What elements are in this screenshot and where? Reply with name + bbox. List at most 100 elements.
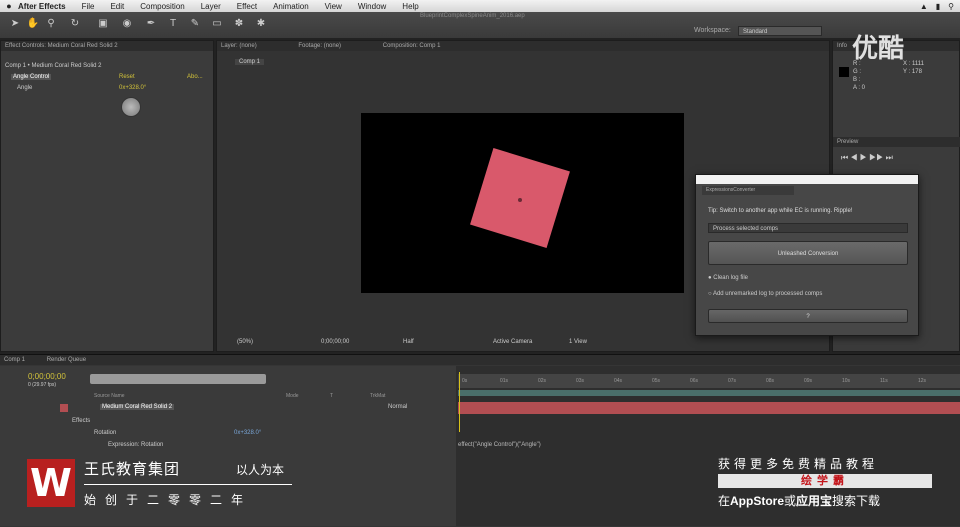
menu-file[interactable]: File bbox=[82, 2, 95, 11]
puppet-tool-icon[interactable]: ✱ bbox=[254, 17, 268, 31]
ruler-tick: 05s bbox=[652, 378, 661, 384]
info-b: B : bbox=[853, 77, 861, 83]
wifi-icon[interactable]: ▲ bbox=[920, 2, 928, 11]
search-icon[interactable]: ⚲ bbox=[948, 2, 954, 11]
menu-animation[interactable]: Animation bbox=[273, 2, 309, 11]
expression-label: Expression: Rotation bbox=[108, 442, 164, 448]
ruler-tick: 06s bbox=[690, 378, 699, 384]
promo-or: 或 bbox=[784, 494, 797, 508]
magnification-select[interactable]: (50%) bbox=[237, 339, 253, 345]
eraser-tool-icon[interactable]: ▭ bbox=[210, 17, 224, 31]
ruler-tick: 10s bbox=[842, 378, 851, 384]
rotate-tool-icon[interactable]: ↻ bbox=[68, 17, 82, 31]
unleashed-conversion-button[interactable]: Unleashed Conversion bbox=[708, 241, 908, 265]
promo-app: 应用宝 bbox=[796, 494, 833, 508]
work-area-bar[interactable] bbox=[458, 390, 960, 396]
menu-after-effects[interactable]: After Effects bbox=[18, 2, 66, 11]
dialog-title-strip bbox=[696, 175, 918, 184]
brand-slogan: 以人为本 bbox=[236, 463, 285, 477]
tab-layer[interactable]: Layer: (none) bbox=[221, 43, 257, 49]
promo-appstore: AppStore bbox=[730, 494, 785, 508]
zoom-tool-icon[interactable]: ⚲ bbox=[44, 17, 58, 31]
brush-tool-icon[interactable]: ✎ bbox=[188, 17, 202, 31]
comp-sub-tab[interactable]: Comp 1 bbox=[235, 59, 265, 65]
clean-log-label: Clean log file bbox=[713, 275, 748, 281]
hand-tool-icon[interactable]: ✋ bbox=[26, 17, 40, 31]
ruler-tick: 09s bbox=[804, 378, 813, 384]
layer-mode[interactable]: Normal bbox=[388, 404, 407, 410]
brand-logo-letter: W bbox=[30, 461, 72, 505]
timeline-fps: 0 (29.97 fps) bbox=[28, 382, 57, 388]
current-time-indicator[interactable] bbox=[459, 372, 460, 432]
effect-controls-panel: Effect Controls: Medium Coral Red Solid … bbox=[0, 40, 214, 352]
preview-controls[interactable]: ⏮ ◀ ▶ ▶▶ ⏭ bbox=[841, 153, 893, 163]
camera-tool-icon[interactable]: ▣ bbox=[96, 17, 110, 31]
selection-tool-icon[interactable]: ➤ bbox=[8, 17, 22, 31]
timeline-search-input[interactable] bbox=[90, 374, 266, 384]
effect-controls-tab[interactable]: Effect Controls: Medium Coral Red Solid … bbox=[1, 41, 213, 51]
menu-help[interactable]: Help bbox=[402, 2, 418, 11]
brand-name: 王氏教育集团 bbox=[84, 461, 181, 478]
resolution-select[interactable]: Half bbox=[403, 339, 414, 345]
video-watermark: 优酷 bbox=[852, 33, 905, 63]
document-title: BlueprintComplexSpineAnim_2016.aep bbox=[420, 13, 525, 19]
promo-headline: 获得更多免费精品教程 bbox=[718, 457, 879, 471]
brand-logo: W bbox=[27, 459, 75, 507]
col-source-name[interactable]: Source Name bbox=[94, 393, 125, 399]
menu-window[interactable]: Window bbox=[358, 2, 386, 11]
menubar-status-icons: ▲ ▮ ⚲ bbox=[920, 0, 954, 12]
effect-about-link[interactable]: Abo... bbox=[187, 74, 203, 80]
menu-effect[interactable]: Effect bbox=[237, 2, 257, 11]
layer-color-label[interactable] bbox=[60, 404, 68, 412]
process-select[interactable]: Process selected comps bbox=[708, 223, 908, 233]
info-y: Y : 178 bbox=[903, 69, 922, 75]
workspace-select[interactable]: Standard bbox=[738, 26, 822, 36]
text-tool-icon[interactable]: T bbox=[166, 17, 180, 31]
promo-app-name: 绘学霸 bbox=[718, 474, 932, 488]
expression-field[interactable]: effect("Angle Control")("Angle") bbox=[458, 442, 541, 448]
layer-name[interactable]: Medium Coral Red Solid 2 bbox=[100, 404, 175, 410]
angle-dial[interactable] bbox=[121, 97, 141, 117]
timeline-timecode[interactable]: 0;00;00;00 bbox=[28, 372, 66, 381]
col-trkmat[interactable]: TrkMat bbox=[370, 393, 385, 399]
ruler-tick: 12s bbox=[918, 378, 927, 384]
dialog-help-button[interactable]: ? bbox=[708, 309, 908, 323]
effect-property-label: Angle bbox=[17, 85, 33, 91]
add-log-option[interactable]: ○ Add unremarked log to processed comps bbox=[708, 291, 822, 297]
preview-tab[interactable]: Preview bbox=[833, 137, 960, 147]
rotation-value[interactable]: 0x+328.0° bbox=[234, 430, 261, 436]
battery-icon[interactable]: ▮ bbox=[936, 2, 940, 11]
pan-behind-tool-icon[interactable]: ◉ bbox=[120, 17, 134, 31]
menu-layer[interactable]: Layer bbox=[201, 2, 221, 11]
pen-tool-icon[interactable]: ✒ bbox=[144, 17, 158, 31]
views-select[interactable]: 1 View bbox=[569, 339, 587, 345]
expressions-converter-dialog: ExpressionsConverter Tip: Switch to anot… bbox=[695, 174, 919, 336]
menu-composition[interactable]: Composition bbox=[140, 2, 184, 11]
tab-comp-1[interactable]: Comp 1 bbox=[4, 357, 25, 363]
ruler-tick: 08s bbox=[766, 378, 775, 384]
tab-footage[interactable]: Footage: (none) bbox=[298, 43, 341, 49]
camera-select[interactable]: Active Camera bbox=[493, 339, 532, 345]
info-g: G : bbox=[853, 69, 862, 75]
col-t[interactable]: T bbox=[330, 393, 333, 399]
tab-render-queue[interactable]: Render Queue bbox=[47, 357, 86, 363]
info-a: A : 0 bbox=[853, 85, 866, 91]
menu-edit[interactable]: Edit bbox=[110, 2, 124, 11]
menu-view[interactable]: View bbox=[325, 2, 342, 11]
color-swatch bbox=[839, 67, 849, 77]
clean-log-option[interactable]: ● Clean log file bbox=[708, 275, 748, 281]
apple-menu-icon[interactable]: ● bbox=[0, 1, 18, 11]
effects-group[interactable]: Effects bbox=[72, 418, 90, 424]
effect-name[interactable]: Angle Control bbox=[11, 74, 52, 80]
viewer-timecode[interactable]: 0;00;00;00 bbox=[321, 339, 349, 345]
dialog-tip: Tip: Switch to another app while EC is r… bbox=[708, 208, 853, 214]
col-mode[interactable]: Mode bbox=[286, 393, 299, 399]
dialog-tab[interactable]: ExpressionsConverter bbox=[702, 186, 794, 195]
tab-composition[interactable]: Composition: Comp 1 bbox=[383, 43, 441, 49]
promo-suffix: 搜索下载 bbox=[832, 494, 881, 508]
effect-property-value[interactable]: 0x+328.0° bbox=[119, 85, 146, 91]
roto-brush-tool-icon[interactable]: ✽ bbox=[232, 17, 246, 31]
effect-reset-link[interactable]: Reset bbox=[119, 74, 135, 80]
layer-duration-bar[interactable] bbox=[458, 402, 960, 414]
rotation-property: Rotation bbox=[94, 430, 117, 436]
